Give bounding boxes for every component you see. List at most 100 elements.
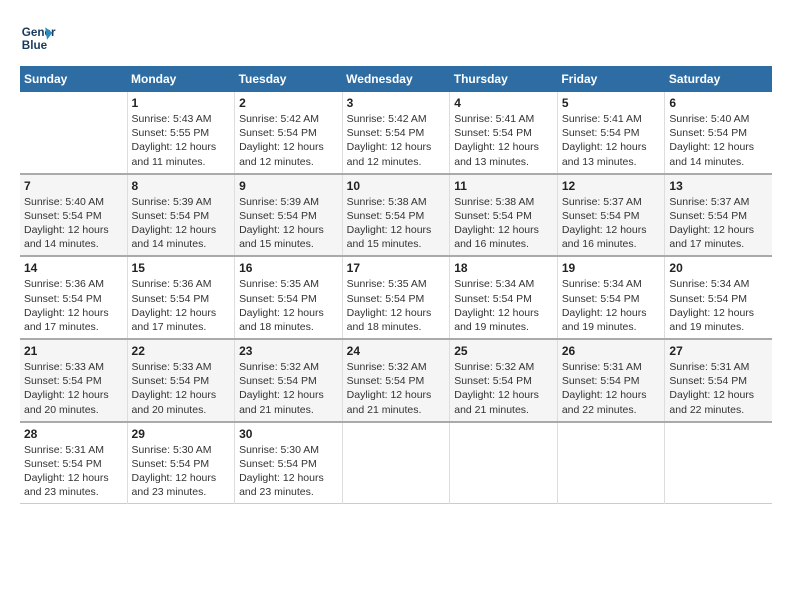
day-info: Sunrise: 5:30 AMSunset: 5:54 PMDaylight:…: [132, 443, 231, 500]
day-info: Sunrise: 5:33 AMSunset: 5:54 PMDaylight:…: [24, 360, 123, 417]
day-info: Sunrise: 5:34 AMSunset: 5:54 PMDaylight:…: [562, 277, 661, 334]
day-info: Sunrise: 5:34 AMSunset: 5:54 PMDaylight:…: [669, 277, 768, 334]
day-cell: 20 Sunrise: 5:34 AMSunset: 5:54 PMDayligh…: [665, 256, 772, 339]
day-cell: 5 Sunrise: 5:41 AMSunset: 5:54 PMDaylight…: [557, 92, 665, 174]
week-row-5: 28Sunrise: 5:31 AMSunset: 5:54 PMDayligh…: [20, 422, 772, 504]
day-cell: 19 Sunrise: 5:34 AMSunset: 5:54 PMDayligh…: [557, 256, 665, 339]
header-cell-tuesday: Tuesday: [235, 66, 343, 92]
day-cell: 9 Sunrise: 5:39 AMSunset: 5:54 PMDaylight…: [235, 174, 343, 257]
day-cell: 2 Sunrise: 5:42 AMSunset: 5:54 PMDaylight…: [235, 92, 343, 174]
day-info: Sunrise: 5:30 AMSunset: 5:54 PMDaylight:…: [239, 443, 338, 500]
day-number: 23: [239, 344, 338, 358]
logo: General Blue: [20, 20, 60, 56]
day-cell: 11Sunrise: 5:38 AMSunset: 5:54 PMDayligh…: [450, 174, 558, 257]
day-cell: 8 Sunrise: 5:39 AMSunset: 5:54 PMDaylight…: [127, 174, 235, 257]
calendar-header: SundayMondayTuesdayWednesdayThursdayFrid…: [20, 66, 772, 92]
day-number: 22: [132, 344, 231, 358]
day-number: 8: [132, 179, 231, 193]
day-info: Sunrise: 5:39 AMSunset: 5:54 PMDaylight:…: [239, 195, 338, 252]
day-info: Sunrise: 5:31 AMSunset: 5:54 PMDaylight:…: [562, 360, 661, 417]
day-number: 10: [347, 179, 446, 193]
day-info: Sunrise: 5:37 AMSunset: 5:54 PMDaylight:…: [562, 195, 661, 252]
calendar-table: SundayMondayTuesdayWednesdayThursdayFrid…: [20, 66, 772, 504]
day-info: Sunrise: 5:41 AMSunset: 5:54 PMDaylight:…: [562, 112, 661, 169]
day-cell: 26 Sunrise: 5:31 AMSunset: 5:54 PMDayligh…: [557, 339, 665, 422]
day-cell: 6 Sunrise: 5:40 AMSunset: 5:54 PMDaylight…: [665, 92, 772, 174]
day-cell: 1Sunrise: 5:43 AMSunset: 5:55 PMDaylight…: [127, 92, 235, 174]
day-cell: 28Sunrise: 5:31 AMSunset: 5:54 PMDayligh…: [20, 422, 127, 504]
day-cell: 23Sunrise: 5:32 AMSunset: 5:54 PMDayligh…: [235, 339, 343, 422]
day-number: 19: [562, 261, 661, 275]
day-cell: [342, 422, 450, 504]
day-number: 9: [239, 179, 338, 193]
day-cell: 25 Sunrise: 5:32 AMSunset: 5:54 PMDayligh…: [450, 339, 558, 422]
day-number: 12: [562, 179, 661, 193]
day-info: Sunrise: 5:35 AMSunset: 5:54 PMDaylight:…: [347, 277, 446, 334]
day-number: 5: [562, 96, 661, 110]
day-number: 27: [669, 344, 768, 358]
day-cell: 30 Sunrise: 5:30 AMSunset: 5:54 PMDayligh…: [235, 422, 343, 504]
day-cell: 15Sunrise: 5:36 AMSunset: 5:54 PMDayligh…: [127, 256, 235, 339]
day-cell: 4Sunrise: 5:41 AMSunset: 5:54 PMDaylight…: [450, 92, 558, 174]
day-number: 24: [347, 344, 446, 358]
day-number: 7: [24, 179, 123, 193]
week-row-3: 14 Sunrise: 5:36 AMSunset: 5:54 PMDayligh…: [20, 256, 772, 339]
day-info: Sunrise: 5:41 AMSunset: 5:54 PMDaylight:…: [454, 112, 553, 169]
day-number: 16: [239, 261, 338, 275]
day-info: Sunrise: 5:39 AMSunset: 5:54 PMDaylight:…: [132, 195, 231, 252]
day-cell: 13Sunrise: 5:37 AMSunset: 5:54 PMDayligh…: [665, 174, 772, 257]
day-info: Sunrise: 5:42 AMSunset: 5:54 PMDaylight:…: [347, 112, 446, 169]
day-number: 13: [669, 179, 768, 193]
day-number: 25: [454, 344, 553, 358]
header-cell-saturday: Saturday: [665, 66, 772, 92]
day-info: Sunrise: 5:43 AMSunset: 5:55 PMDaylight:…: [132, 112, 231, 169]
day-cell: 29Sunrise: 5:30 AMSunset: 5:54 PMDayligh…: [127, 422, 235, 504]
day-info: Sunrise: 5:32 AMSunset: 5:54 PMDaylight:…: [347, 360, 446, 417]
day-number: 21: [24, 344, 123, 358]
header-cell-wednesday: Wednesday: [342, 66, 450, 92]
day-number: 20: [669, 261, 768, 275]
week-row-1: 1Sunrise: 5:43 AMSunset: 5:55 PMDaylight…: [20, 92, 772, 174]
day-cell: 24 Sunrise: 5:32 AMSunset: 5:54 PMDayligh…: [342, 339, 450, 422]
day-info: Sunrise: 5:36 AMSunset: 5:54 PMDaylight:…: [132, 277, 231, 334]
day-cell: [450, 422, 558, 504]
day-number: 30: [239, 427, 338, 441]
day-cell: 7 Sunrise: 5:40 AMSunset: 5:54 PMDaylight…: [20, 174, 127, 257]
header-cell-monday: Monday: [127, 66, 235, 92]
day-cell: 14 Sunrise: 5:36 AMSunset: 5:54 PMDayligh…: [20, 256, 127, 339]
day-number: 2: [239, 96, 338, 110]
header-cell-sunday: Sunday: [20, 66, 127, 92]
day-cell: 21 Sunrise: 5:33 AMSunset: 5:54 PMDayligh…: [20, 339, 127, 422]
day-info: Sunrise: 5:40 AMSunset: 5:54 PMDaylight:…: [24, 195, 123, 252]
day-info: Sunrise: 5:42 AMSunset: 5:54 PMDaylight:…: [239, 112, 338, 169]
day-number: 26: [562, 344, 661, 358]
day-number: 3: [347, 96, 446, 110]
day-number: 17: [347, 261, 446, 275]
day-number: 6: [669, 96, 768, 110]
day-info: Sunrise: 5:35 AMSunset: 5:54 PMDaylight:…: [239, 277, 338, 334]
day-cell: 16 Sunrise: 5:35 AMSunset: 5:54 PMDayligh…: [235, 256, 343, 339]
svg-text:Blue: Blue: [22, 39, 48, 52]
day-info: Sunrise: 5:33 AMSunset: 5:54 PMDaylight:…: [132, 360, 231, 417]
day-number: 28: [24, 427, 123, 441]
day-info: Sunrise: 5:40 AMSunset: 5:54 PMDaylight:…: [669, 112, 768, 169]
day-cell: [20, 92, 127, 174]
day-cell: 27Sunrise: 5:31 AMSunset: 5:54 PMDayligh…: [665, 339, 772, 422]
header-cell-friday: Friday: [557, 66, 665, 92]
day-cell: 22 Sunrise: 5:33 AMSunset: 5:54 PMDayligh…: [127, 339, 235, 422]
day-info: Sunrise: 5:38 AMSunset: 5:54 PMDaylight:…: [454, 195, 553, 252]
day-number: 14: [24, 261, 123, 275]
day-info: Sunrise: 5:38 AMSunset: 5:54 PMDaylight:…: [347, 195, 446, 252]
header-row: SundayMondayTuesdayWednesdayThursdayFrid…: [20, 66, 772, 92]
header-cell-thursday: Thursday: [450, 66, 558, 92]
week-row-2: 7 Sunrise: 5:40 AMSunset: 5:54 PMDaylight…: [20, 174, 772, 257]
day-number: 18: [454, 261, 553, 275]
page-header: General Blue: [20, 20, 772, 56]
day-cell: 3 Sunrise: 5:42 AMSunset: 5:54 PMDaylight…: [342, 92, 450, 174]
day-info: Sunrise: 5:36 AMSunset: 5:54 PMDaylight:…: [24, 277, 123, 334]
day-cell: 12 Sunrise: 5:37 AMSunset: 5:54 PMDayligh…: [557, 174, 665, 257]
day-info: Sunrise: 5:32 AMSunset: 5:54 PMDaylight:…: [454, 360, 553, 417]
logo-icon: General Blue: [20, 20, 56, 56]
calendar-body: 1Sunrise: 5:43 AMSunset: 5:55 PMDaylight…: [20, 92, 772, 504]
week-row-4: 21 Sunrise: 5:33 AMSunset: 5:54 PMDayligh…: [20, 339, 772, 422]
